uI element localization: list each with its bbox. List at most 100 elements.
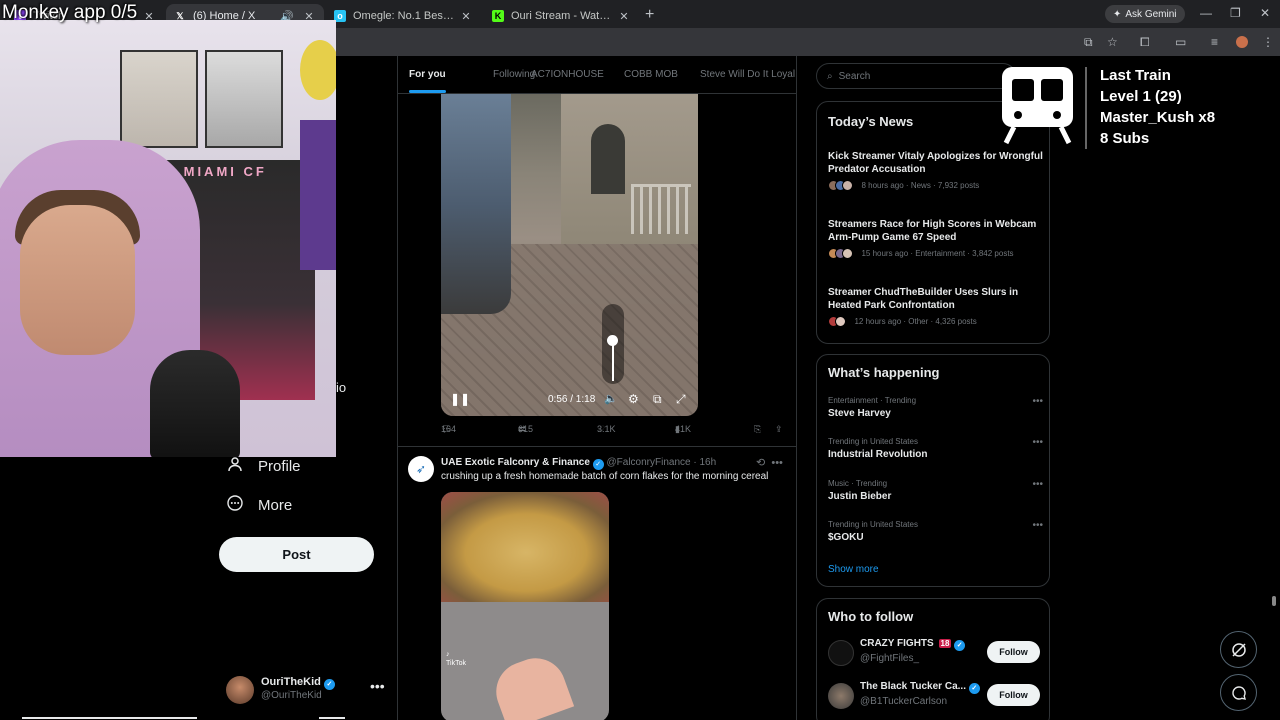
volume-icon[interactable]: 🔈: [604, 392, 618, 405]
like-count: 3.1K: [597, 424, 616, 434]
tweet-video-thumbnail[interactable]: ♪ TikTok: [441, 492, 609, 720]
tweet-video-player[interactable]: ❚❚ 0:56 / 1:18 🔈 ⚙ ⧉ ⤢: [441, 94, 698, 416]
follow-button[interactable]: Follow: [987, 684, 1040, 706]
nav-profile-label: Profile: [258, 458, 301, 475]
trend-item[interactable]: Entertainment · Trending Steve Harvey ••…: [828, 396, 1043, 419]
tweet-author-handle[interactable]: @FalconryFinance: [607, 457, 691, 468]
tweet-action-bar: 💬︎ 164 ⇄ 615 ♡ 3.1K ▮ 41K ⎘ ⇪: [441, 424, 786, 440]
news-meta: 15 hours ago · Entertainment · 3,842 pos…: [861, 249, 1014, 258]
account-switcher[interactable]: OuriTheKid ✓ @OuriTheKid •••: [226, 674, 386, 706]
monkey-app-counter: Monkey app 0/5: [2, 2, 138, 23]
bookmark-icon[interactable]: ⎘: [754, 424, 761, 435]
account-handle: @OuriTheKid: [261, 690, 322, 701]
avatar[interactable]: [828, 640, 854, 666]
grok-icon[interactable]: ⟲: [756, 457, 765, 469]
trend-item[interactable]: Trending in United States Industrial Rev…: [828, 437, 1043, 460]
trend-more-icon[interactable]: •••: [1032, 479, 1043, 490]
partial-nav-text: io: [336, 380, 347, 395]
tab-steve-will-do-it-loyal[interactable]: Steve Will Do It Loyal: [700, 69, 795, 80]
overlay-divider: [1085, 67, 1087, 149]
news-meta-row: 12 hours ago · Other · 4,326 posts: [828, 316, 1043, 327]
share-icon[interactable]: ⇪: [775, 424, 783, 435]
avatar[interactable]: [828, 683, 854, 709]
ask-gemini-button[interactable]: ✦ Ask Gemini: [1105, 5, 1185, 23]
news-meta: 12 hours ago · Other · 4,326 posts: [854, 317, 977, 326]
train-icon: [1002, 67, 1073, 145]
who-to-follow-panel: Who to follow CRAZY FIGHTS 18 ✓ @FightFi…: [816, 598, 1050, 720]
suggestion-handle: @FightFiles_: [860, 653, 920, 664]
timeline-tabs: For you Following AC7IONHOUSE COBB MOB S…: [398, 56, 796, 94]
volume-slider[interactable]: [602, 304, 624, 384]
install-app-icon[interactable]: ⧉: [1084, 35, 1093, 50]
news-meta: 8 hours ago · News · 7,932 posts: [861, 181, 980, 190]
close-tab-icon[interactable]: ✕: [617, 10, 631, 23]
profile-avatar-icon[interactable]: [1236, 36, 1248, 48]
news-avatars: [828, 180, 853, 191]
views-count: 41K: [675, 424, 692, 434]
volume-slider-knob[interactable]: [607, 335, 618, 347]
show-more-link[interactable]: Show more: [828, 564, 879, 575]
tab-title: Ouri Stream - Watch Live on Ki: [511, 10, 613, 22]
trend-item[interactable]: Music · Trending Justin Bieber •••: [828, 479, 1043, 502]
account-menu-icon[interactable]: •••: [370, 678, 385, 694]
media-hand: [487, 649, 575, 720]
news-item[interactable]: Kick Streamer Vitaly Apologizes for Wron…: [828, 150, 1043, 191]
bookmark-star-icon[interactable]: ☆: [1107, 35, 1118, 49]
nav-more[interactable]: More: [226, 495, 292, 516]
browser-tab-omegle[interactable]: o Omegle: No.1 Best Random Vid ✕: [326, 4, 481, 28]
picture-in-picture-icon[interactable]: ⧉: [653, 392, 662, 407]
pause-icon[interactable]: ❚❚: [450, 392, 470, 406]
new-tab-button[interactable]: +: [645, 6, 654, 24]
video-frame-railing: [631, 184, 691, 234]
extensions-icon[interactable]: ⧠: [1140, 35, 1150, 50]
side-panel-icon[interactable]: ▭: [1175, 35, 1186, 49]
nav-more-label: More: [258, 497, 293, 514]
tab-following[interactable]: Following: [493, 69, 535, 80]
whats-happening-title: What’s happening: [828, 365, 940, 380]
grok-button[interactable]: [1220, 631, 1257, 668]
media-cornflakes-bowl: [441, 492, 609, 602]
trend-item[interactable]: Trending in United States $GOKU •••: [828, 520, 1043, 543]
tab-ac7ionhouse[interactable]: AC7IONHOUSE: [531, 69, 604, 80]
follow-suggestion[interactable]: The Black Tucker Ca... ✓ @B1TuckerCarlso…: [828, 680, 1043, 712]
follow-button[interactable]: Follow: [987, 641, 1040, 663]
trend-context: Trending in United States: [828, 437, 918, 446]
tweet-author-name[interactable]: UAE Exotic Falconry & Finance: [441, 457, 590, 468]
page-scrollbar[interactable]: [1268, 56, 1280, 720]
trend-more-icon[interactable]: •••: [1032, 437, 1043, 448]
train-title: Last Train: [1100, 67, 1171, 84]
tab-cobb-mob[interactable]: COBB MOB: [624, 69, 678, 80]
browser-tab-kick[interactable]: K Ouri Stream - Watch Live on Ki ✕: [484, 4, 639, 28]
trend-more-icon[interactable]: •••: [1032, 396, 1043, 407]
news-avatars: [828, 248, 853, 259]
ask-gemini-label: Ask Gemini: [1125, 8, 1177, 20]
restore-window-icon[interactable]: ❐: [1230, 6, 1241, 20]
follow-suggestion[interactable]: CRAZY FIGHTS 18 ✓ @FightFiles_ Follow: [828, 637, 1043, 669]
fullscreen-icon[interactable]: ⤢: [676, 392, 686, 407]
trend-more-icon[interactable]: •••: [1032, 520, 1043, 531]
verified-badge-icon: ✓: [954, 639, 966, 651]
post-button[interactable]: Post: [219, 537, 374, 572]
media-controls-icon[interactable]: ≡: [1211, 35, 1218, 49]
tab-for-you[interactable]: For you: [409, 69, 446, 93]
messages-button[interactable]: [1220, 674, 1257, 711]
news-item[interactable]: Streamer ChudTheBuilder Uses Slurs in He…: [828, 286, 1043, 327]
falcon-avatar[interactable]: ➶: [408, 456, 434, 482]
tweet[interactable]: ➶ UAE Exotic Falconry & Finance ✓ @Falco…: [398, 446, 796, 720]
minimize-window-icon[interactable]: —: [1200, 6, 1212, 20]
tweet-age[interactable]: 16h: [699, 457, 716, 468]
settings-gear-icon[interactable]: ⚙: [628, 392, 639, 406]
browser-menu-icon[interactable]: ⋮: [1262, 35, 1274, 49]
tweet-more-icon[interactable]: •••: [771, 457, 783, 469]
scrollbar-thumb[interactable]: [1272, 596, 1276, 606]
video-frame-person: [441, 94, 511, 314]
news-meta-row: 8 hours ago · News · 7,932 posts: [828, 180, 1043, 191]
nav-profile[interactable]: Profile: [226, 456, 301, 477]
close-tab-icon[interactable]: ✕: [459, 10, 473, 23]
search-input[interactable]: ⌕ Search: [816, 63, 1016, 89]
tiktok-watermark-text: TikTok: [446, 660, 466, 667]
more-circle-icon: [226, 495, 244, 516]
news-headline: Streamers Race for High Scores in Webcam…: [828, 219, 1037, 243]
news-item[interactable]: Streamers Race for High Scores in Webcam…: [828, 218, 1043, 259]
close-window-icon[interactable]: ✕: [1260, 6, 1270, 20]
